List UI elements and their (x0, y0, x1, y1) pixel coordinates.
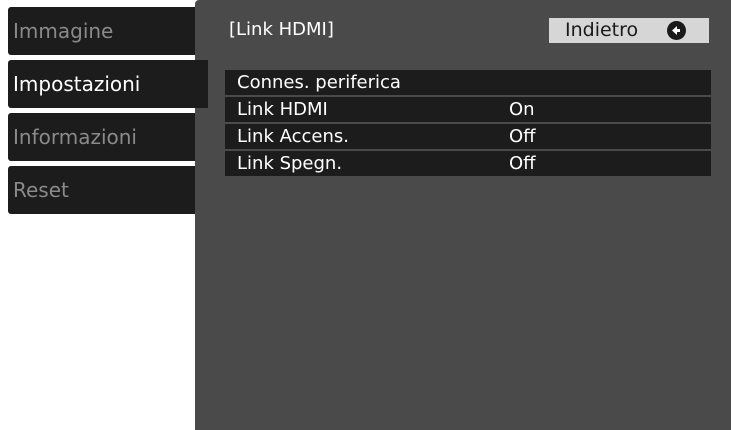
sidebar-item-impostazioni[interactable]: Impostazioni (8, 60, 208, 108)
menu-row-link-accens[interactable]: Link Accens. Off (225, 124, 711, 149)
menu-row-value: Off (509, 126, 536, 147)
menu-row-link-spegn[interactable]: Link Spegn. Off (225, 151, 711, 176)
menu-row-label: Connes. periferica (237, 72, 401, 93)
menu-row-value: Off (509, 153, 536, 174)
sidebar-item-reset[interactable]: Reset (8, 166, 196, 214)
sidebar: Immagine Impostazioni Informazioni Reset (0, 0, 208, 430)
back-button-label: Indietro (565, 19, 639, 41)
return-icon (667, 21, 686, 40)
settings-panel: [Link HDMI] Indietro Connes. periferica … (195, 0, 731, 430)
sidebar-item-immagine[interactable]: Immagine (8, 7, 196, 55)
page-title: [Link HDMI] (229, 19, 334, 40)
menu-row-label: Link Spegn. (237, 153, 343, 174)
settings-menu: Connes. periferica Link HDMI On Link Acc… (225, 70, 711, 178)
menu-row-value: On (509, 99, 535, 120)
menu-row-label: Link HDMI (237, 99, 328, 120)
sidebar-item-informazioni[interactable]: Informazioni (8, 113, 196, 161)
menu-row-connes-periferica[interactable]: Connes. periferica (225, 70, 711, 95)
back-button[interactable]: Indietro (549, 18, 709, 43)
menu-row-link-hdmi[interactable]: Link HDMI On (225, 97, 711, 122)
menu-row-label: Link Accens. (237, 126, 349, 147)
